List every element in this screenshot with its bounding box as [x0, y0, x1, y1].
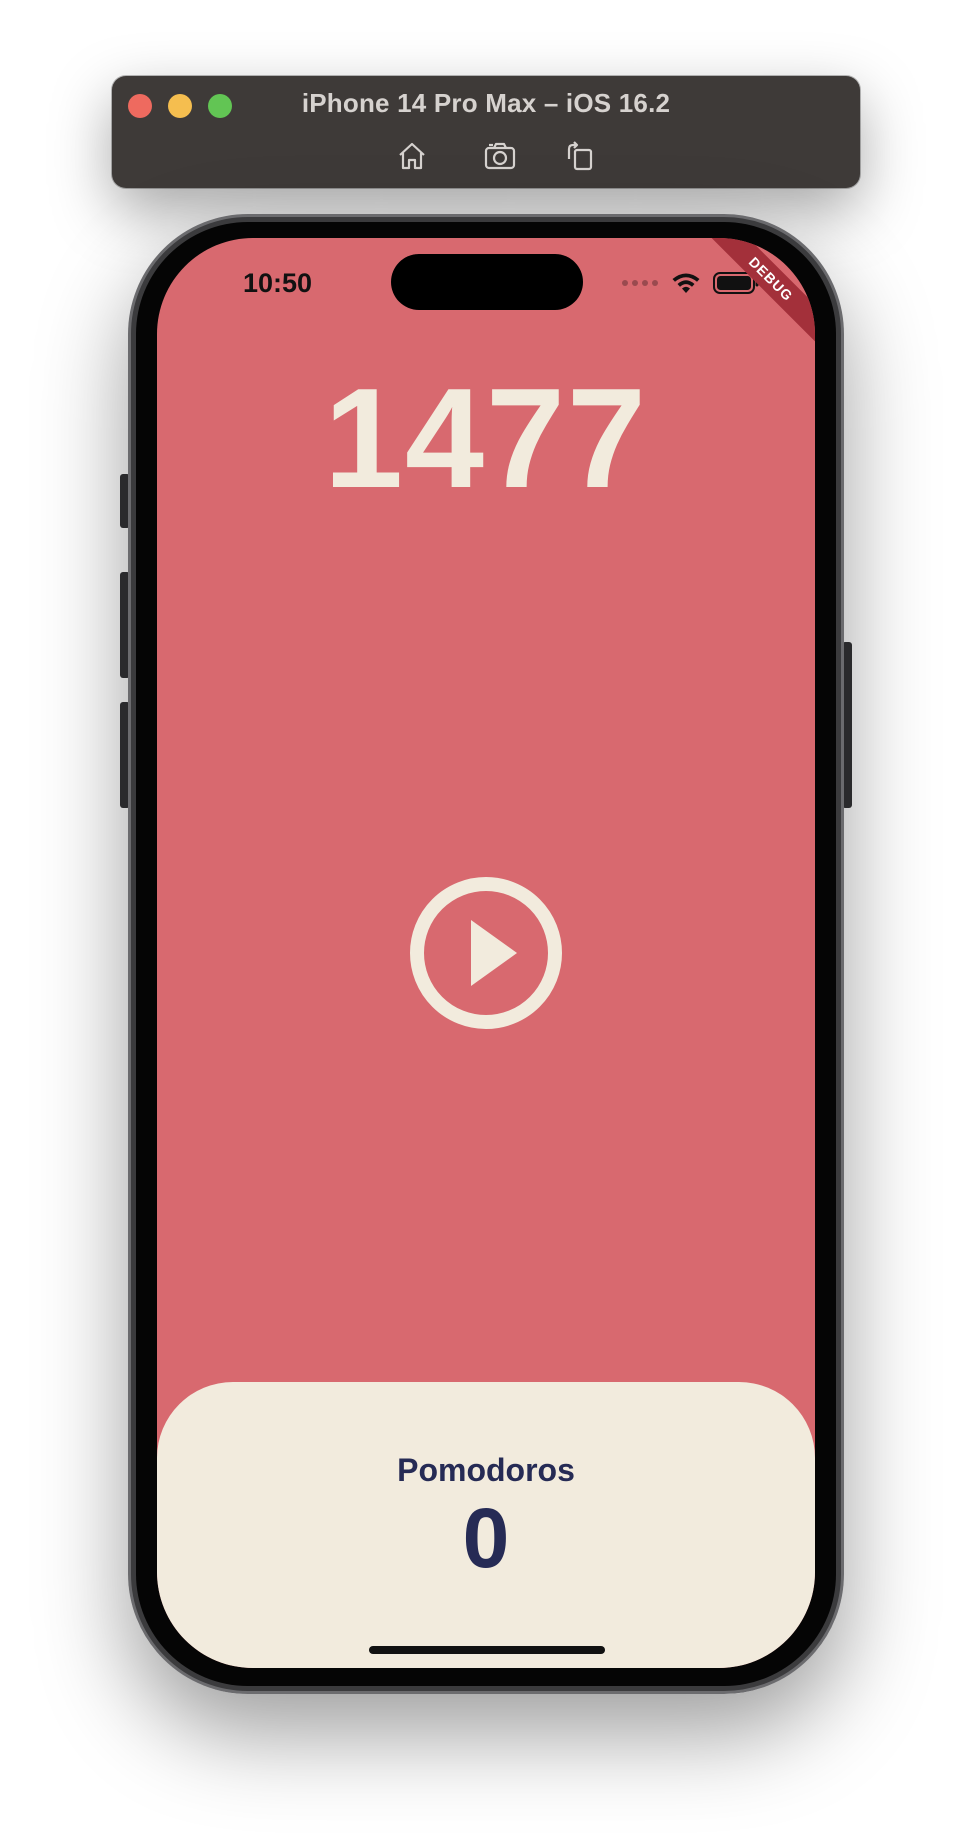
timer-display: 1477	[324, 359, 648, 518]
pomodoros-label: Pomodoros	[397, 1452, 575, 1488]
pomodoros-count: 0	[462, 1491, 510, 1585]
home-icon	[399, 142, 425, 170]
simulator-title: iPhone 14 Pro Max – iOS 16.2	[301, 88, 671, 118]
home-button[interactable]	[392, 136, 432, 176]
play-circle-icon	[410, 877, 562, 1029]
pomodoro-card: Pomodoros 0	[157, 1382, 815, 1668]
status-time: 10:50	[243, 268, 313, 298]
camera-icon	[484, 142, 516, 170]
cellular-signal-icon	[622, 280, 658, 286]
desktop-stage: iPhone 14 Pro Max – iOS 16.2 10:50 DEBUG…	[0, 0, 972, 1846]
rotate-button[interactable]	[560, 136, 600, 176]
home-indicator[interactable]	[369, 1646, 605, 1654]
app-screen: 10:50 DEBUG 1477 Pomodoros 0	[157, 238, 815, 1668]
screenshot-button[interactable]	[480, 136, 520, 176]
simulator-title-bar[interactable]: iPhone 14 Pro Max – iOS 16.2	[112, 76, 860, 188]
wifi-icon	[672, 273, 700, 293]
play-button[interactable]	[409, 876, 563, 1030]
rotate-icon	[567, 141, 593, 171]
dynamic-island	[391, 254, 583, 310]
status-icons	[621, 268, 759, 298]
